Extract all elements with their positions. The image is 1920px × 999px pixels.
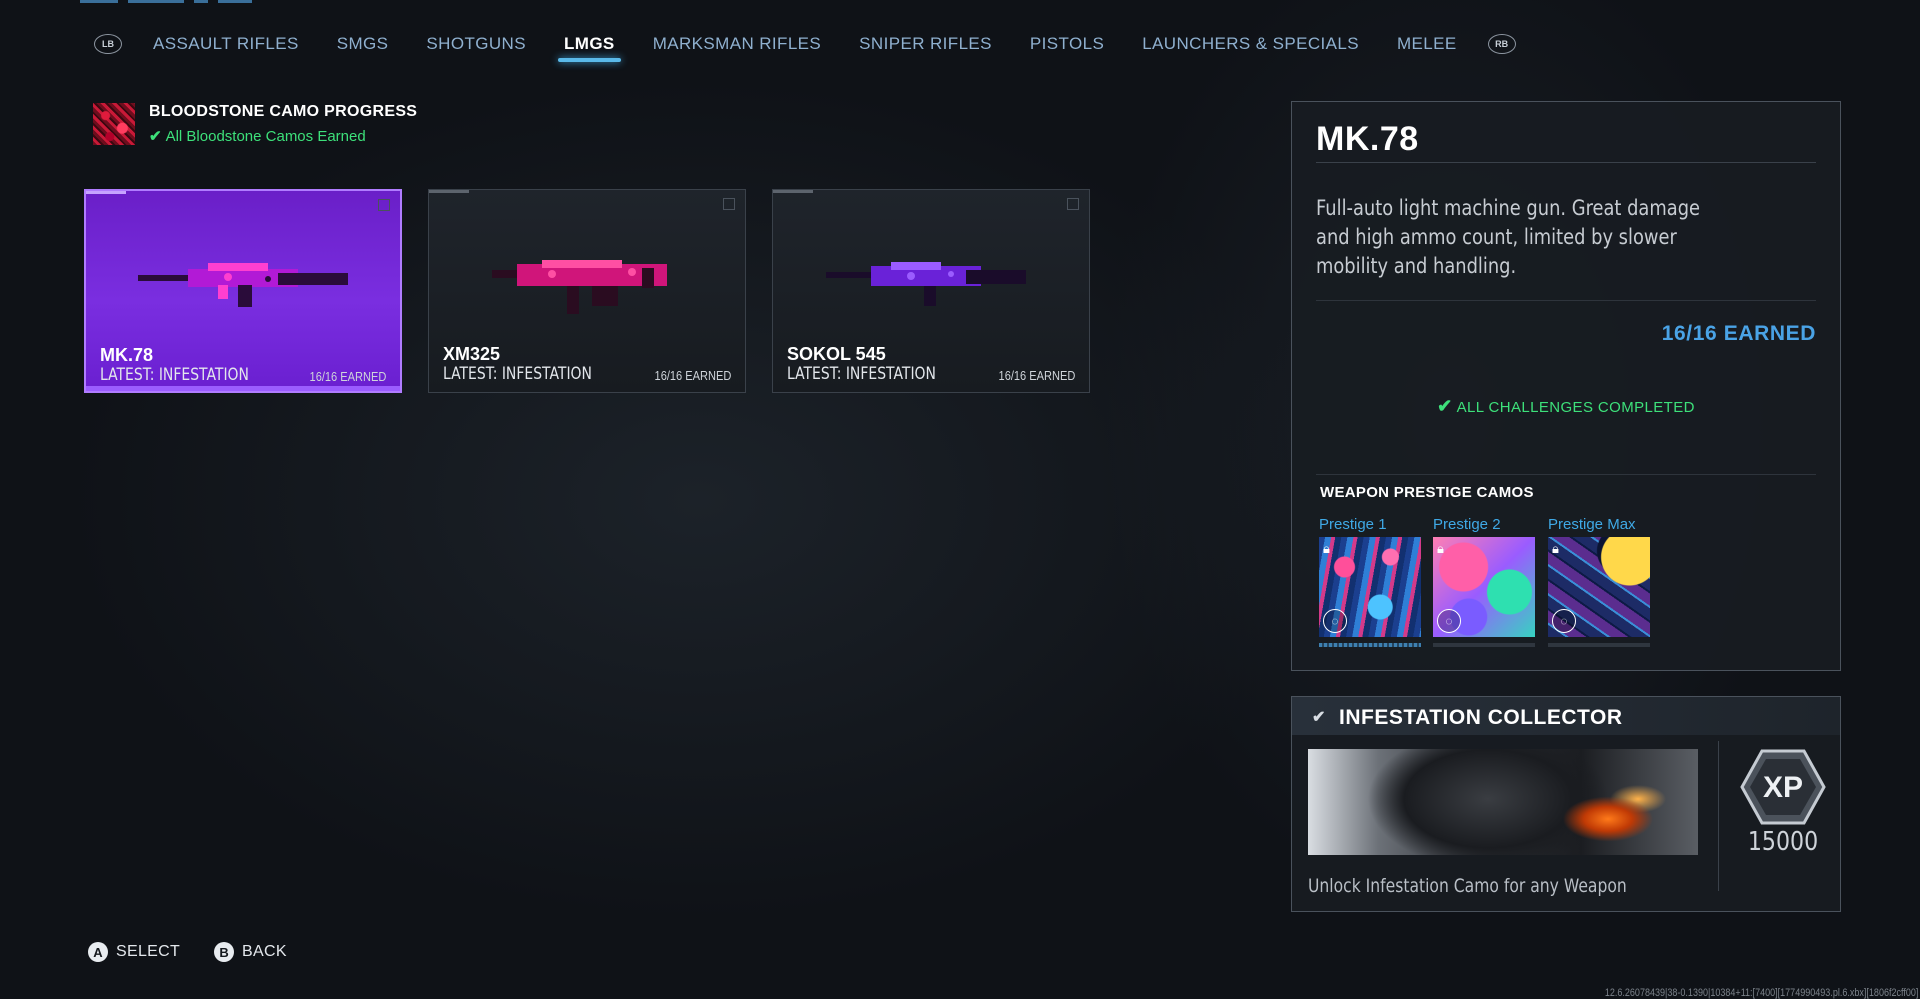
divider (1718, 741, 1719, 891)
weapon-latest-camo: LATEST: INFESTATION (787, 364, 936, 384)
prestige-badge-icon: ◌ (1552, 609, 1576, 633)
weapon-card-mk78[interactable]: MK.78 LATEST: INFESTATION 16/16 EARNED (84, 189, 402, 393)
prestige-progress-bar (1433, 643, 1535, 647)
card-corner-icon (1067, 198, 1079, 210)
right-bumper-icon[interactable]: RB (1487, 34, 1516, 54)
prestige-camo-label: Prestige 2 (1433, 516, 1501, 533)
select-label: SELECT (116, 943, 181, 960)
camo-progress-status-text: All Bloodstone Camos Earned (165, 128, 366, 145)
checkmark-icon: ✔ (1437, 396, 1453, 416)
checkmark-icon: ✔ (1312, 709, 1326, 726)
tab-sniper-rifles[interactable]: SNIPER RIFLES (859, 24, 992, 64)
back-label: BACK (242, 943, 287, 960)
select-button[interactable]: A SELECT (88, 942, 180, 962)
challenge-header: ✔ INFESTATION COLLECTOR (1292, 697, 1840, 735)
prestige-camo-1[interactable]: Prestige 1 🔒︎ ◌ (1319, 516, 1421, 647)
card-corner-icon (378, 199, 390, 211)
prestige-camos-title: WEAPON PRESTIGE CAMOS (1320, 484, 1534, 501)
prestige-camo-image: 🔒︎ ◌ (1319, 537, 1421, 637)
tab-lmgs[interactable]: LMGS (558, 24, 621, 64)
prestige-camo-label: Prestige Max (1548, 516, 1636, 533)
card-corner-accent (429, 190, 469, 193)
a-button-icon: A (88, 942, 108, 962)
weapon-latest-camo: LATEST: INFESTATION (100, 365, 249, 385)
left-bumper-icon[interactable]: LB (94, 34, 122, 54)
weapon-category-tabs: LB ASSAULT RIFLES SMGS SHOTGUNS LMGS MAR… (82, 24, 1528, 64)
back-button[interactable]: B BACK (214, 942, 287, 962)
camo-progress-status: ✔ All Bloodstone Camos Earned (149, 127, 417, 145)
detail-earned-count: 16/16 EARNED (1661, 322, 1816, 345)
camo-progress: BLOODSTONE CAMO PROGRESS ✔ All Bloodstone… (93, 103, 417, 145)
tab-launchers-specials[interactable]: LAUNCHERS & SPECIALS (1142, 24, 1359, 64)
challenge-description: Unlock Infestation Camo for any Weapon (1308, 875, 1627, 897)
weapon-image-sokol-545 (826, 262, 1026, 306)
weapon-name: SOKOL 545 (787, 344, 886, 364)
tab-pistols[interactable]: PISTOLS (1030, 24, 1104, 64)
bloodstone-camo-swatch (93, 103, 135, 145)
weapon-image-xm325 (492, 260, 667, 314)
divider (1316, 474, 1816, 475)
weapon-earned-count: 16/16 EARNED (654, 368, 731, 383)
challenge-title: INFESTATION COLLECTOR (1339, 706, 1623, 729)
detail-weapon-title: MK.78 (1316, 120, 1419, 158)
top-strip (80, 0, 320, 8)
tab-smgs[interactable]: SMGS (337, 24, 389, 64)
build-version-string: 12.6.26078439|38-0.1390|10384+11:[7400][… (1604, 987, 1918, 999)
tab-shotguns[interactable]: SHOTGUNS (426, 24, 526, 64)
challenge-panel: ✔ INFESTATION COLLECTOR XP 15000 Unlock … (1291, 696, 1841, 912)
lock-icon: 🔒︎ (1323, 541, 1330, 556)
b-button-icon: B (214, 942, 235, 962)
prestige-camo-2[interactable]: Prestige 2 🔒︎ ◌ (1433, 516, 1535, 647)
footer-controls: A SELECT B BACK (88, 942, 321, 962)
card-corner-accent (86, 191, 126, 194)
tab-assault-rifles[interactable]: ASSAULT RIFLES (153, 24, 299, 64)
prestige-badge-icon: ◌ (1437, 609, 1461, 633)
weapon-card-xm325[interactable]: XM325 LATEST: INFESTATION 16/16 EARNED (428, 189, 746, 393)
divider (1316, 162, 1816, 163)
prestige-camo-label: Prestige 1 (1319, 516, 1387, 533)
weapon-card-sokol-545[interactable]: SOKOL 545 LATEST: INFESTATION 16/16 EARN… (772, 189, 1090, 393)
xp-label: XP (1763, 771, 1803, 804)
xp-value: 15000 (1747, 827, 1819, 857)
challenges-status-text: ALL CHALLENGES COMPLETED (1456, 399, 1695, 416)
prestige-progress-bar (1319, 643, 1421, 647)
challenge-artwork (1308, 749, 1698, 855)
checkmark-icon: ✔ (149, 128, 162, 145)
prestige-badge-icon: ◌ (1323, 609, 1347, 633)
selection-bar (86, 386, 400, 391)
xp-badge-icon: XP (1740, 749, 1826, 825)
prestige-progress-bar (1548, 643, 1650, 647)
lock-icon: 🔒︎ (1552, 541, 1559, 556)
weapon-name: MK.78 (100, 345, 154, 365)
prestige-camo-max[interactable]: Prestige Max 🔒︎ ◌ (1548, 516, 1650, 647)
card-corner-icon (723, 198, 735, 210)
weapon-image-mk78 (138, 263, 348, 307)
divider (1316, 300, 1816, 301)
weapon-latest-camo: LATEST: INFESTATION (443, 364, 592, 384)
camo-progress-title: BLOODSTONE CAMO PROGRESS (149, 103, 418, 120)
prestige-camo-image: 🔒︎ ◌ (1548, 537, 1650, 637)
weapon-earned-count: 16/16 EARNED (998, 368, 1075, 383)
weapon-detail-panel: MK.78 Full-auto light machine gun. Great… (1291, 101, 1841, 671)
weapon-earned-count: 16/16 EARNED (309, 369, 386, 384)
lock-icon: 🔒︎ (1437, 541, 1444, 556)
detail-description: Full-auto light machine gun. Great damag… (1316, 196, 1701, 278)
challenges-status: ✔ ALL CHALLENGES COMPLETED (1292, 396, 1840, 417)
prestige-camo-image: 🔒︎ ◌ (1433, 537, 1535, 637)
card-corner-accent (773, 190, 813, 193)
tab-marksman-rifles[interactable]: MARKSMAN RIFLES (653, 24, 821, 64)
weapon-name: XM325 (443, 344, 501, 364)
tab-melee[interactable]: MELEE (1397, 24, 1457, 64)
